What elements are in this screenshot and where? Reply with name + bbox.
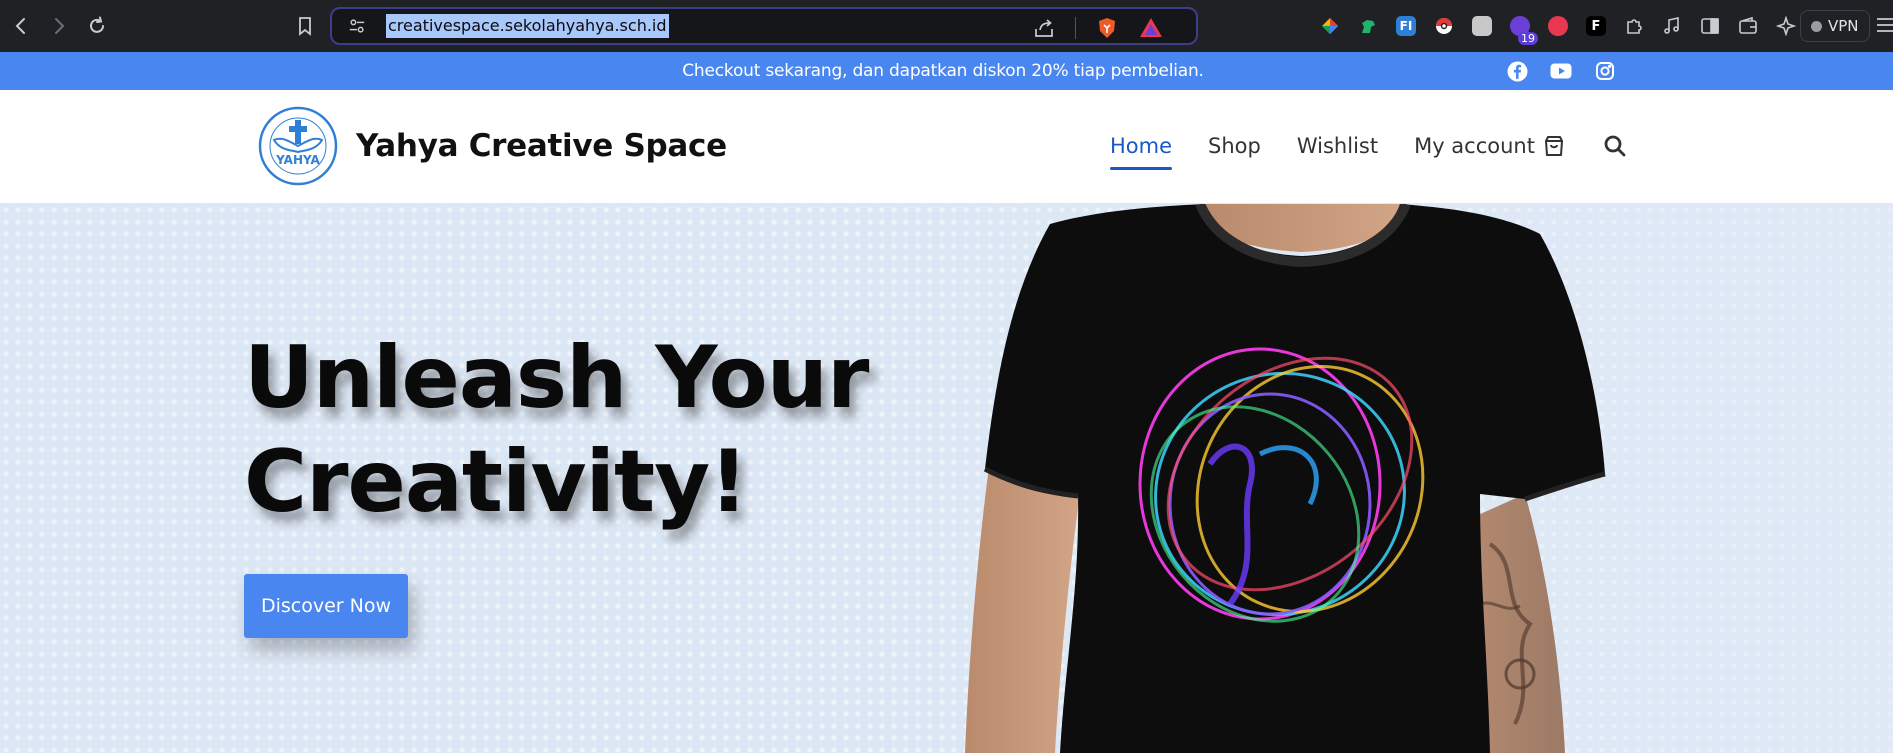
share-icon[interactable] [1031,15,1057,41]
hero-headline-line2: Creativity! [244,432,748,532]
dino-extension-icon[interactable] [1354,12,1382,40]
vpn-button[interactable]: VPN [1800,10,1870,42]
nav-wishlist[interactable]: Wishlist [1297,134,1378,164]
pokeball-extension-icon[interactable] [1430,12,1458,40]
extensions-icon[interactable] [1620,12,1648,40]
search-icon[interactable] [1603,134,1627,163]
hero-headline: Unleash Your Creativity! [244,326,869,534]
f-extension-icon[interactable]: F [1582,12,1610,40]
cart-icon[interactable] [1542,134,1566,163]
youtube-icon[interactable] [1550,60,1572,82]
promo-bar: Checkout sekarang, dan dapatkan diskon 2… [0,52,1893,90]
back-icon[interactable] [2,7,40,45]
vpn-status-icon [1811,20,1822,32]
wallet-icon[interactable] [1734,12,1762,40]
site-header: YAHYA Yahya Creative Space Home Shop Wis… [0,90,1893,204]
vpn-label: VPN [1828,17,1859,35]
badge-extension-icon[interactable]: 19 [1506,12,1538,45]
brave-shields-icon[interactable] [1094,15,1120,41]
url-divider [1075,17,1076,39]
forward-icon[interactable] [40,7,78,45]
site-logo[interactable]: YAHYA [258,106,338,186]
main-navigation: Home Shop Wishlist My account [1110,134,1571,170]
brave-rewards-icon[interactable] [1138,15,1164,41]
bookmark-icon[interactable] [286,7,324,45]
red-circle-extension-icon[interactable] [1544,12,1572,40]
social-links [1506,60,1616,82]
hero-tshirt-image [965,204,1606,753]
site-title[interactable]: Yahya Creative Space [356,128,727,164]
logo-text: YAHYA [275,153,320,167]
media-icon[interactable] [1658,12,1686,40]
nav-shop[interactable]: Shop [1208,134,1261,164]
nav-my-account[interactable]: My account [1414,134,1535,164]
color-picker-extension-icon[interactable] [1316,12,1344,40]
leo-icon[interactable] [1772,12,1800,40]
browser-toolbar: creativespace.sekolahyahya.sch.id FI 19 … [0,0,1893,52]
nav-home[interactable]: Home [1110,134,1173,170]
menu-icon[interactable] [1876,14,1893,41]
hero-banner: Unleash Your Creativity! Discover Now [0,204,1893,753]
sidebar-icon[interactable] [1696,12,1724,40]
discover-now-button[interactable]: Discover Now [244,574,408,638]
instagram-icon[interactable] [1594,60,1616,82]
extension-badge: 19 [1518,32,1538,45]
reload-icon[interactable] [78,7,116,45]
site-info-icon[interactable] [342,17,372,35]
url-text[interactable]: creativespace.sekolahyahya.sch.id [386,14,669,38]
hero-headline-line1: Unleash Your [244,328,869,428]
image-extension-icon[interactable] [1468,12,1496,40]
fi-extension-icon[interactable]: FI [1392,12,1420,40]
facebook-icon[interactable] [1506,60,1528,82]
address-bar[interactable]: creativespace.sekolahyahya.sch.id [330,7,1198,45]
